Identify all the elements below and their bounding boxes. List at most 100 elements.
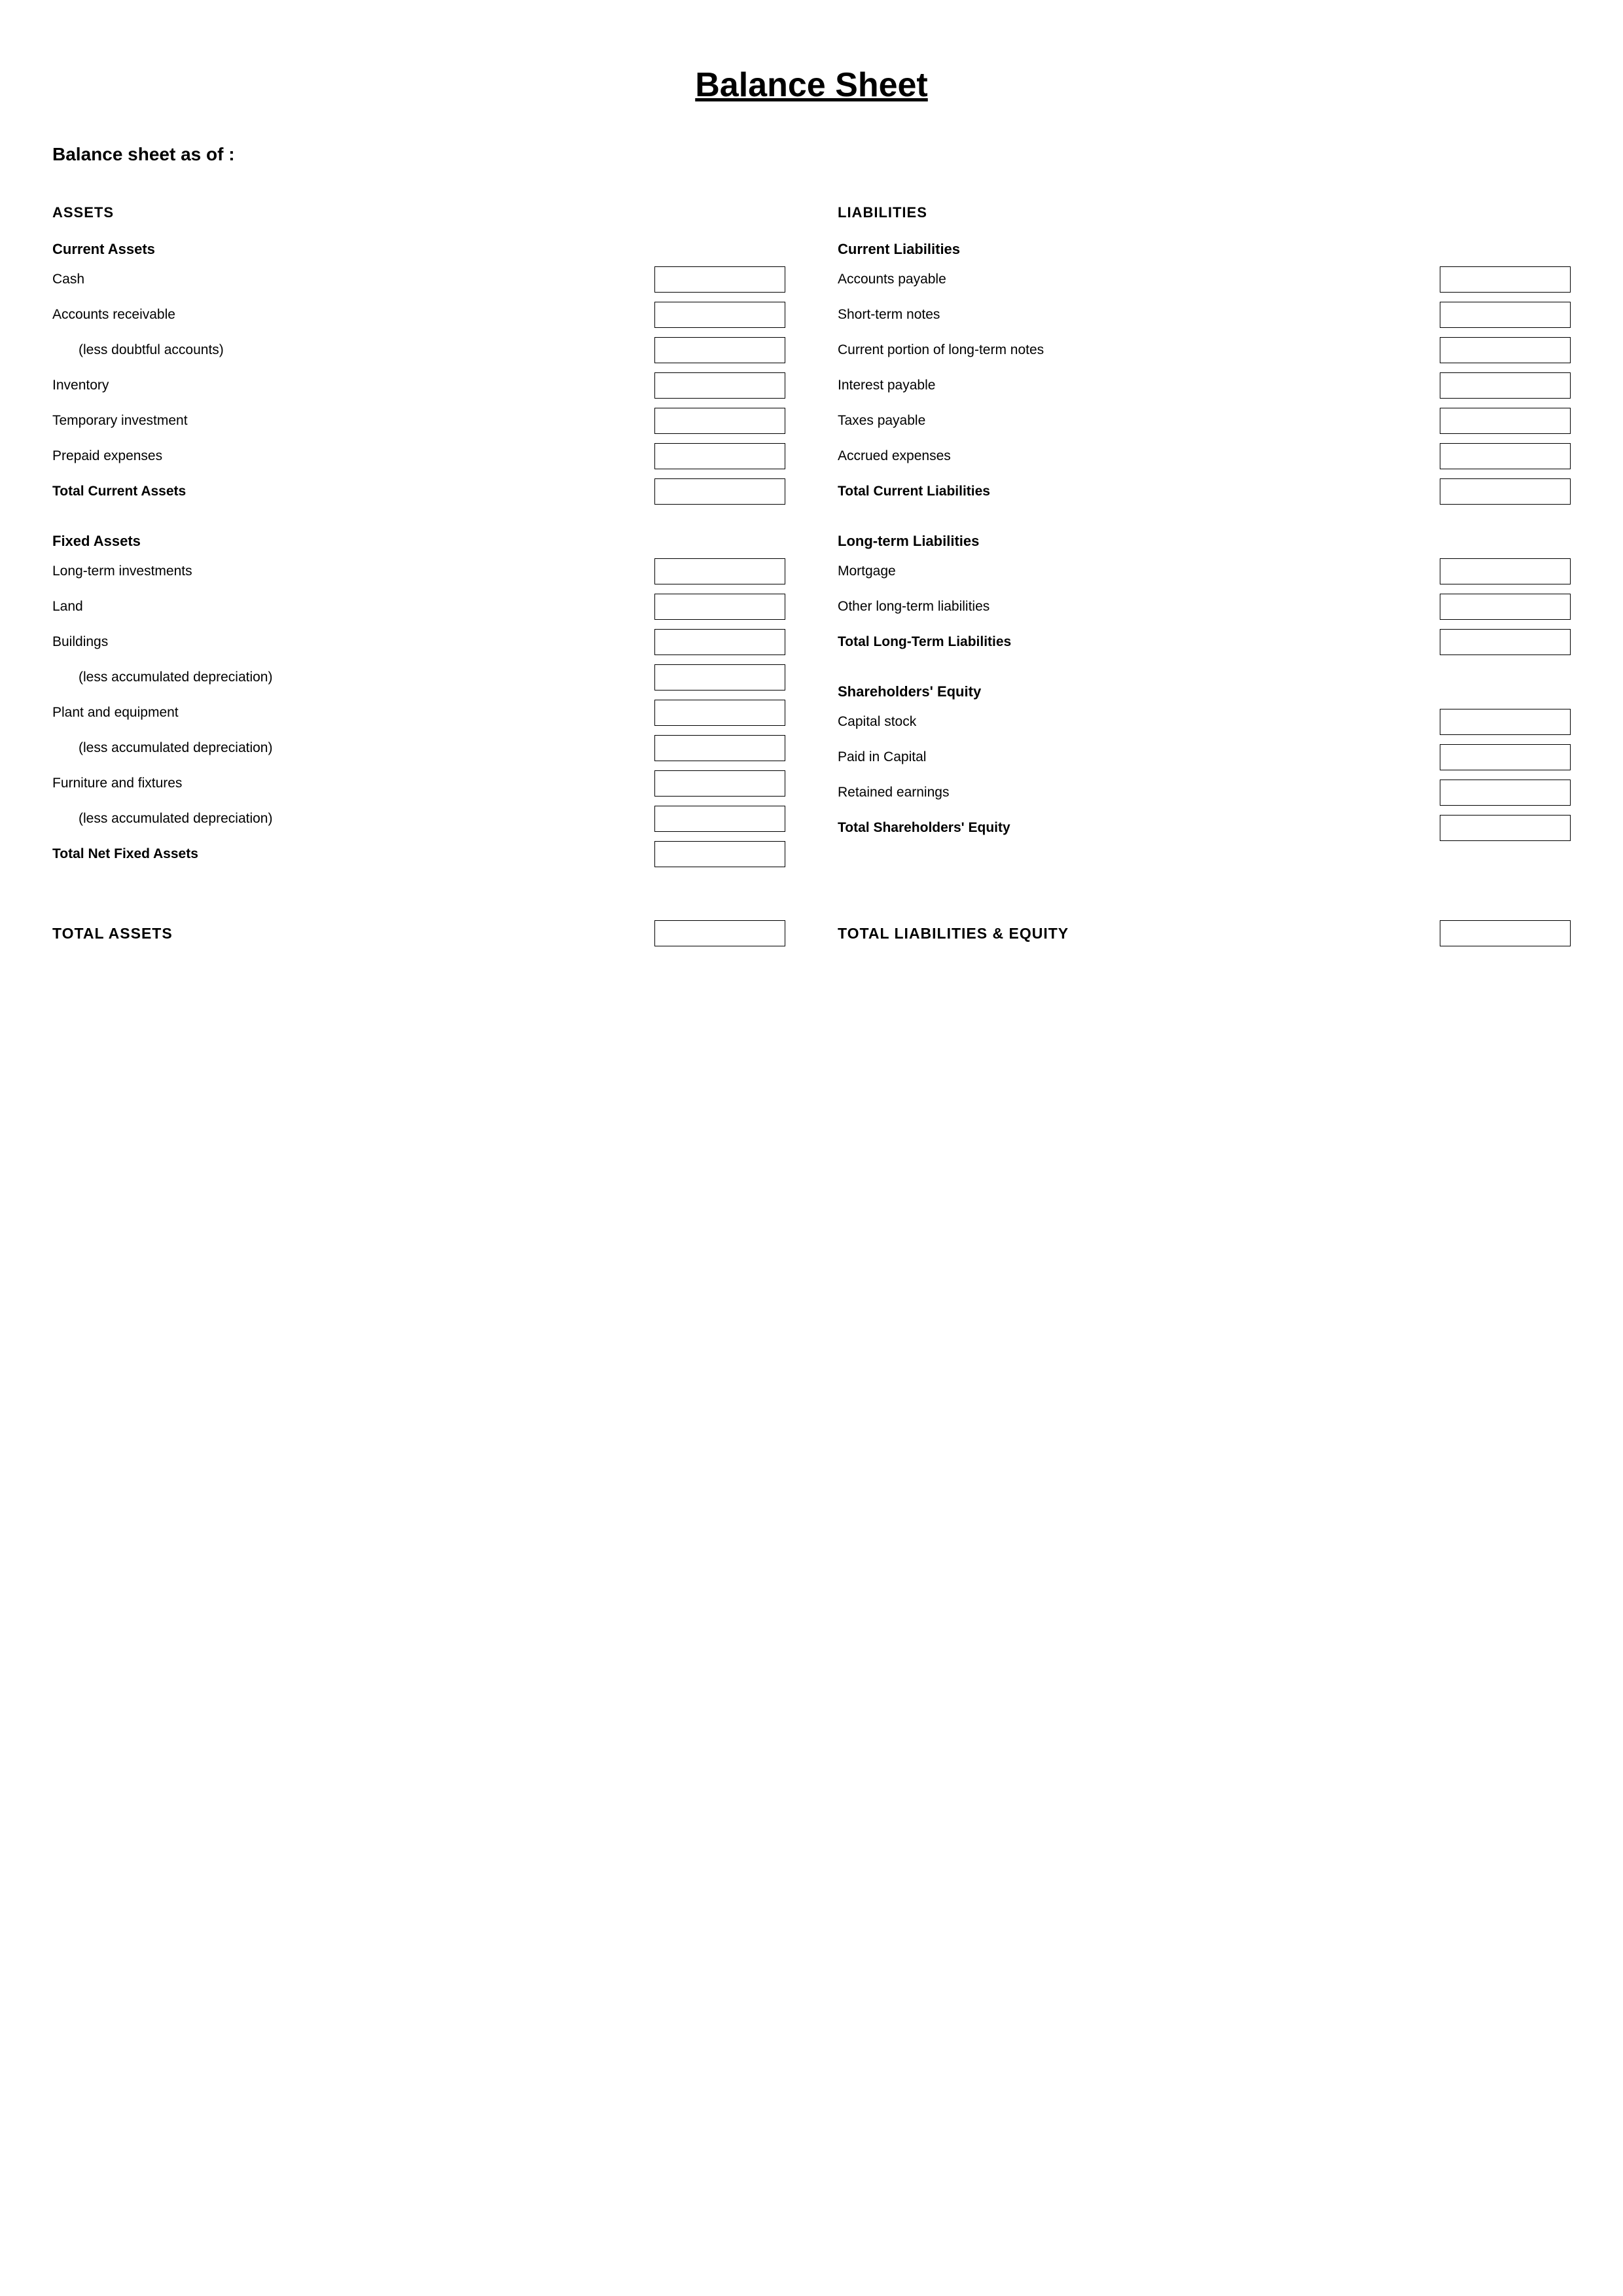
total-assets-label: TOTAL ASSETS <box>52 925 173 942</box>
grand-total-section: TOTAL ASSETS TOTAL LIABILITIES & EQUITY <box>52 907 1571 946</box>
paid-in-capital-row: Paid in Capital <box>838 742 1571 772</box>
paid-in-capital-label: Paid in Capital <box>838 749 1440 765</box>
fixed-assets-header: Fixed Assets <box>52 533 785 550</box>
retained-earnings-input[interactable] <box>1440 780 1571 806</box>
total-current-assets-label: Total Current Assets <box>52 484 654 499</box>
total-long-term-liabilities-input[interactable] <box>1440 629 1571 655</box>
capital-stock-label: Capital stock <box>838 714 1440 730</box>
total-liabilities-equity-label: TOTAL LIABILITIES & EQUITY <box>838 925 1069 942</box>
plant-equipment-label: Plant and equipment <box>52 705 654 721</box>
less-accum-dep-buildings-input[interactable] <box>654 664 785 691</box>
less-accum-dep-buildings-label: (less accumulated depreciation) <box>52 670 654 685</box>
accounts-receivable-input[interactable] <box>654 302 785 328</box>
furniture-fixtures-input[interactable] <box>654 770 785 797</box>
retained-earnings-row: Retained earnings <box>838 778 1571 808</box>
total-net-fixed-assets-input[interactable] <box>654 841 785 867</box>
current-assets-header: Current Assets <box>52 241 785 258</box>
prepaid-expenses-input[interactable] <box>654 443 785 469</box>
total-current-liabilities-input[interactable] <box>1440 478 1571 505</box>
furniture-fixtures-label: Furniture and fixtures <box>52 776 654 791</box>
accounts-receivable-row: Accounts receivable <box>52 300 785 330</box>
temporary-investment-input[interactable] <box>654 408 785 434</box>
total-long-term-liabilities-row: Total Long-Term Liabilities <box>838 627 1571 657</box>
assets-header: ASSETS <box>52 204 785 221</box>
shareholders-equity-header: Shareholders' Equity <box>838 683 1571 700</box>
less-accum-dep-plant-row: (less accumulated depreciation) <box>52 733 785 763</box>
total-assets-col: TOTAL ASSETS <box>52 920 812 946</box>
less-doubtful-row: (less doubtful accounts) <box>52 335 785 365</box>
buildings-input[interactable] <box>654 629 785 655</box>
taxes-payable-row: Taxes payable <box>838 406 1571 436</box>
total-current-liabilities-label: Total Current Liabilities <box>838 484 1440 499</box>
less-accum-dep-buildings-row: (less accumulated depreciation) <box>52 662 785 692</box>
paid-in-capital-input[interactable] <box>1440 744 1571 770</box>
taxes-payable-label: Taxes payable <box>838 413 1440 429</box>
land-row: Land <box>52 592 785 622</box>
other-long-term-liabilities-row: Other long-term liabilities <box>838 592 1571 622</box>
less-doubtful-input[interactable] <box>654 337 785 363</box>
capital-stock-input[interactable] <box>1440 709 1571 735</box>
less-accum-dep-furniture-row: (less accumulated depreciation) <box>52 804 785 834</box>
total-shareholders-equity-row: Total Shareholders' Equity <box>838 813 1571 843</box>
plant-equipment-input[interactable] <box>654 700 785 726</box>
capital-stock-row: Capital stock <box>838 707 1571 737</box>
current-portion-long-term-label: Current portion of long-term notes <box>838 342 1440 358</box>
total-assets-input[interactable] <box>654 920 785 946</box>
total-net-fixed-assets-label: Total Net Fixed Assets <box>52 846 654 862</box>
accounts-payable-label: Accounts payable <box>838 272 1440 287</box>
cash-label: Cash <box>52 272 654 287</box>
taxes-payable-input[interactable] <box>1440 408 1571 434</box>
assets-column: ASSETS Current Assets Cash Accounts rece… <box>52 204 812 874</box>
subtitle: Balance sheet as of : <box>52 144 1571 165</box>
total-current-assets-row: Total Current Assets <box>52 476 785 507</box>
inventory-label: Inventory <box>52 378 654 393</box>
liabilities-header: LIABILITIES <box>838 204 1571 221</box>
less-accum-dep-furniture-input[interactable] <box>654 806 785 832</box>
buildings-row: Buildings <box>52 627 785 657</box>
total-current-liabilities-row: Total Current Liabilities <box>838 476 1571 507</box>
accounts-receivable-label: Accounts receivable <box>52 307 654 323</box>
cash-row: Cash <box>52 264 785 295</box>
less-doubtful-label: (less doubtful accounts) <box>52 342 654 358</box>
mortgage-input[interactable] <box>1440 558 1571 584</box>
long-term-investments-input[interactable] <box>654 558 785 584</box>
short-term-notes-input[interactable] <box>1440 302 1571 328</box>
land-input[interactable] <box>654 594 785 620</box>
interest-payable-label: Interest payable <box>838 378 1440 393</box>
accrued-expenses-label: Accrued expenses <box>838 448 1440 464</box>
cash-input[interactable] <box>654 266 785 293</box>
total-net-fixed-assets-row: Total Net Fixed Assets <box>52 839 785 869</box>
total-liabilities-equity-input[interactable] <box>1440 920 1571 946</box>
long-term-liabilities-header: Long-term Liabilities <box>838 533 1571 550</box>
other-long-term-liabilities-label: Other long-term liabilities <box>838 599 1440 615</box>
accounts-payable-input[interactable] <box>1440 266 1571 293</box>
less-accum-dep-plant-label: (less accumulated depreciation) <box>52 740 654 756</box>
total-liabilities-equity-col: TOTAL LIABILITIES & EQUITY <box>812 920 1571 946</box>
interest-payable-input[interactable] <box>1440 372 1571 399</box>
short-term-notes-label: Short-term notes <box>838 307 1440 323</box>
inventory-row: Inventory <box>52 370 785 401</box>
total-current-assets-input[interactable] <box>654 478 785 505</box>
temporary-investment-label: Temporary investment <box>52 413 654 429</box>
inventory-input[interactable] <box>654 372 785 399</box>
land-label: Land <box>52 599 654 615</box>
long-term-investments-label: Long-term investments <box>52 564 654 579</box>
mortgage-label: Mortgage <box>838 564 1440 579</box>
prepaid-expenses-label: Prepaid expenses <box>52 448 654 464</box>
short-term-notes-row: Short-term notes <box>838 300 1571 330</box>
long-term-investments-row: Long-term investments <box>52 556 785 586</box>
less-accum-dep-plant-input[interactable] <box>654 735 785 761</box>
accounts-payable-row: Accounts payable <box>838 264 1571 295</box>
other-long-term-liabilities-input[interactable] <box>1440 594 1571 620</box>
current-portion-long-term-input[interactable] <box>1440 337 1571 363</box>
prepaid-expenses-row: Prepaid expenses <box>52 441 785 471</box>
less-accum-dep-furniture-label: (less accumulated depreciation) <box>52 811 654 827</box>
plant-equipment-row: Plant and equipment <box>52 698 785 728</box>
current-liabilities-header: Current Liabilities <box>838 241 1571 258</box>
furniture-fixtures-row: Furniture and fixtures <box>52 768 785 798</box>
total-shareholders-equity-label: Total Shareholders' Equity <box>838 820 1440 836</box>
total-shareholders-equity-input[interactable] <box>1440 815 1571 841</box>
accrued-expenses-input[interactable] <box>1440 443 1571 469</box>
page-title: Balance Sheet <box>52 65 1571 105</box>
temporary-investment-row: Temporary investment <box>52 406 785 436</box>
